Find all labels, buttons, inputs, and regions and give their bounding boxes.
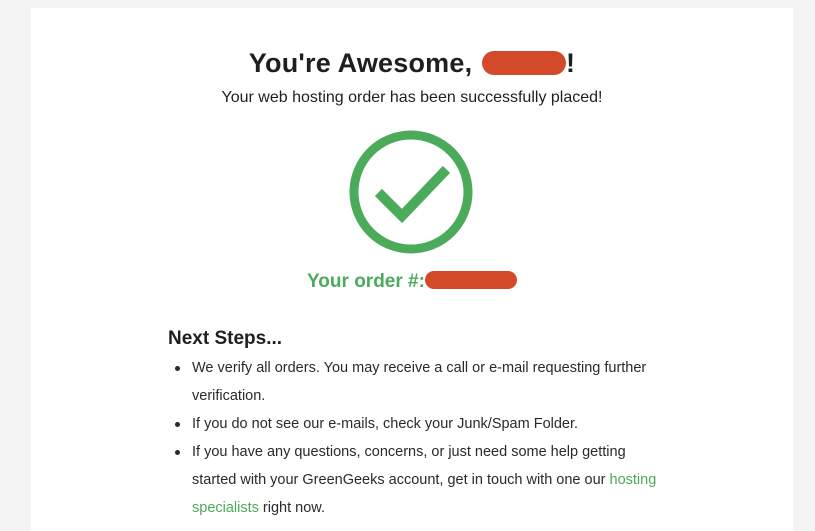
- list-item: We verify all orders. You may receive a …: [168, 354, 668, 410]
- list-item-text: If you have any questions, concerns, or …: [192, 444, 626, 488]
- list-item: If you have any questions, concerns, or …: [168, 438, 668, 522]
- next-steps-list: We verify all orders. You may receive a …: [168, 354, 668, 522]
- order-number-label: Your order #:: [307, 271, 425, 292]
- page-title-text: You're Awesome,: [248, 48, 473, 78]
- list-item: If you do not see our e-mails, check you…: [168, 410, 668, 438]
- page-title: You're Awesome, !: [31, 48, 793, 79]
- confirmation-card: You're Awesome, ! Your web hosting order…: [31, 8, 793, 531]
- next-steps-title: Next Steps...: [168, 328, 283, 349]
- order-success-message: Your web hosting order has been successf…: [221, 89, 603, 106]
- check-circle-icon: [348, 129, 474, 255]
- redacted-order-number: [424, 271, 517, 289]
- redacted-name: [482, 51, 566, 75]
- order-number: Your order #:: [31, 271, 793, 293]
- page-title-end: !: [566, 48, 576, 78]
- list-item-text-end: right now.: [262, 500, 325, 516]
